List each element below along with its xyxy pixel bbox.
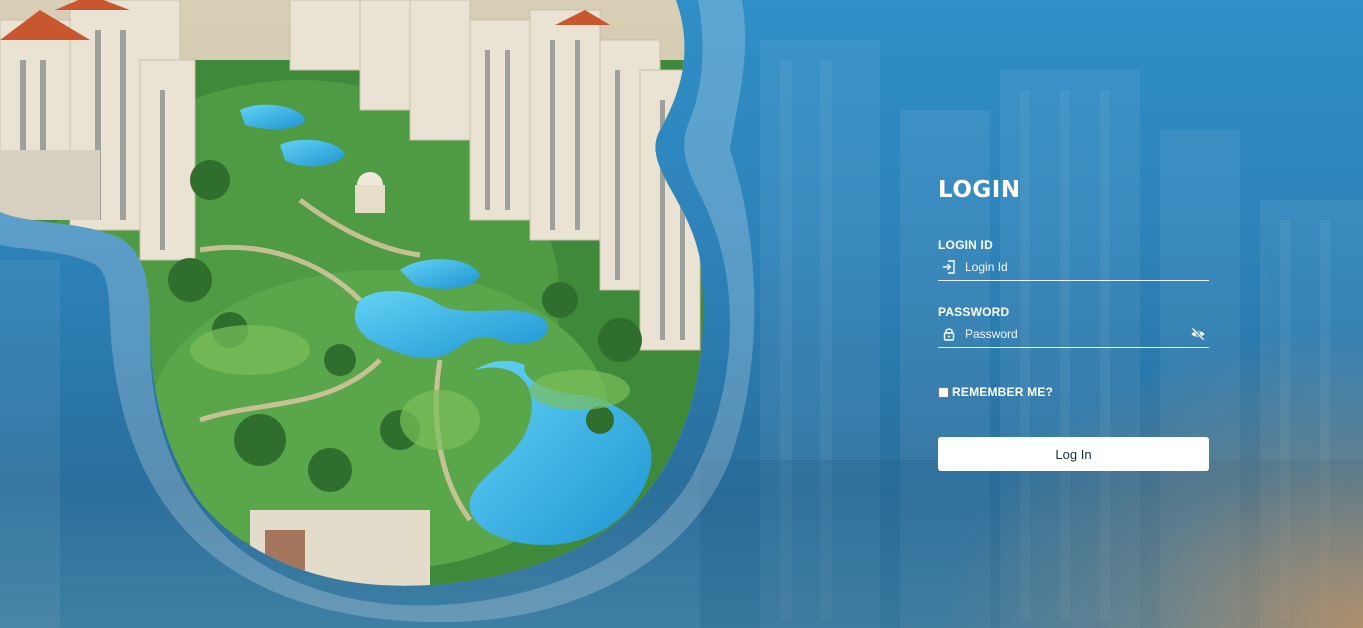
login-id-group: LOGIN ID — [938, 238, 1209, 281]
remember-me-row: REMEMBER ME? — [938, 384, 1209, 400]
password-group: PASSWORD — [938, 305, 1209, 348]
remember-me-label[interactable]: REMEMBER ME? — [952, 385, 1053, 399]
remember-me-checkbox[interactable] — [938, 386, 949, 398]
eye-slash-icon[interactable] — [1190, 326, 1206, 342]
sign-in-icon — [943, 260, 955, 274]
login-title: LOGIN — [938, 177, 1021, 203]
password-label: PASSWORD — [938, 305, 1010, 319]
hero-image — [0, 0, 760, 628]
password-input[interactable] — [965, 325, 1185, 343]
password-field-wrapper — [938, 323, 1209, 348]
login-button[interactable]: Log In — [938, 437, 1209, 471]
login-id-field-wrapper — [938, 256, 1209, 281]
login-panel: LOGIN LOGIN ID PASSWORD — [938, 170, 1209, 471]
login-id-label: LOGIN ID — [938, 238, 993, 252]
login-id-input[interactable] — [965, 258, 1185, 276]
hero-illustration — [0, 0, 755, 623]
lock-icon — [943, 328, 955, 341]
